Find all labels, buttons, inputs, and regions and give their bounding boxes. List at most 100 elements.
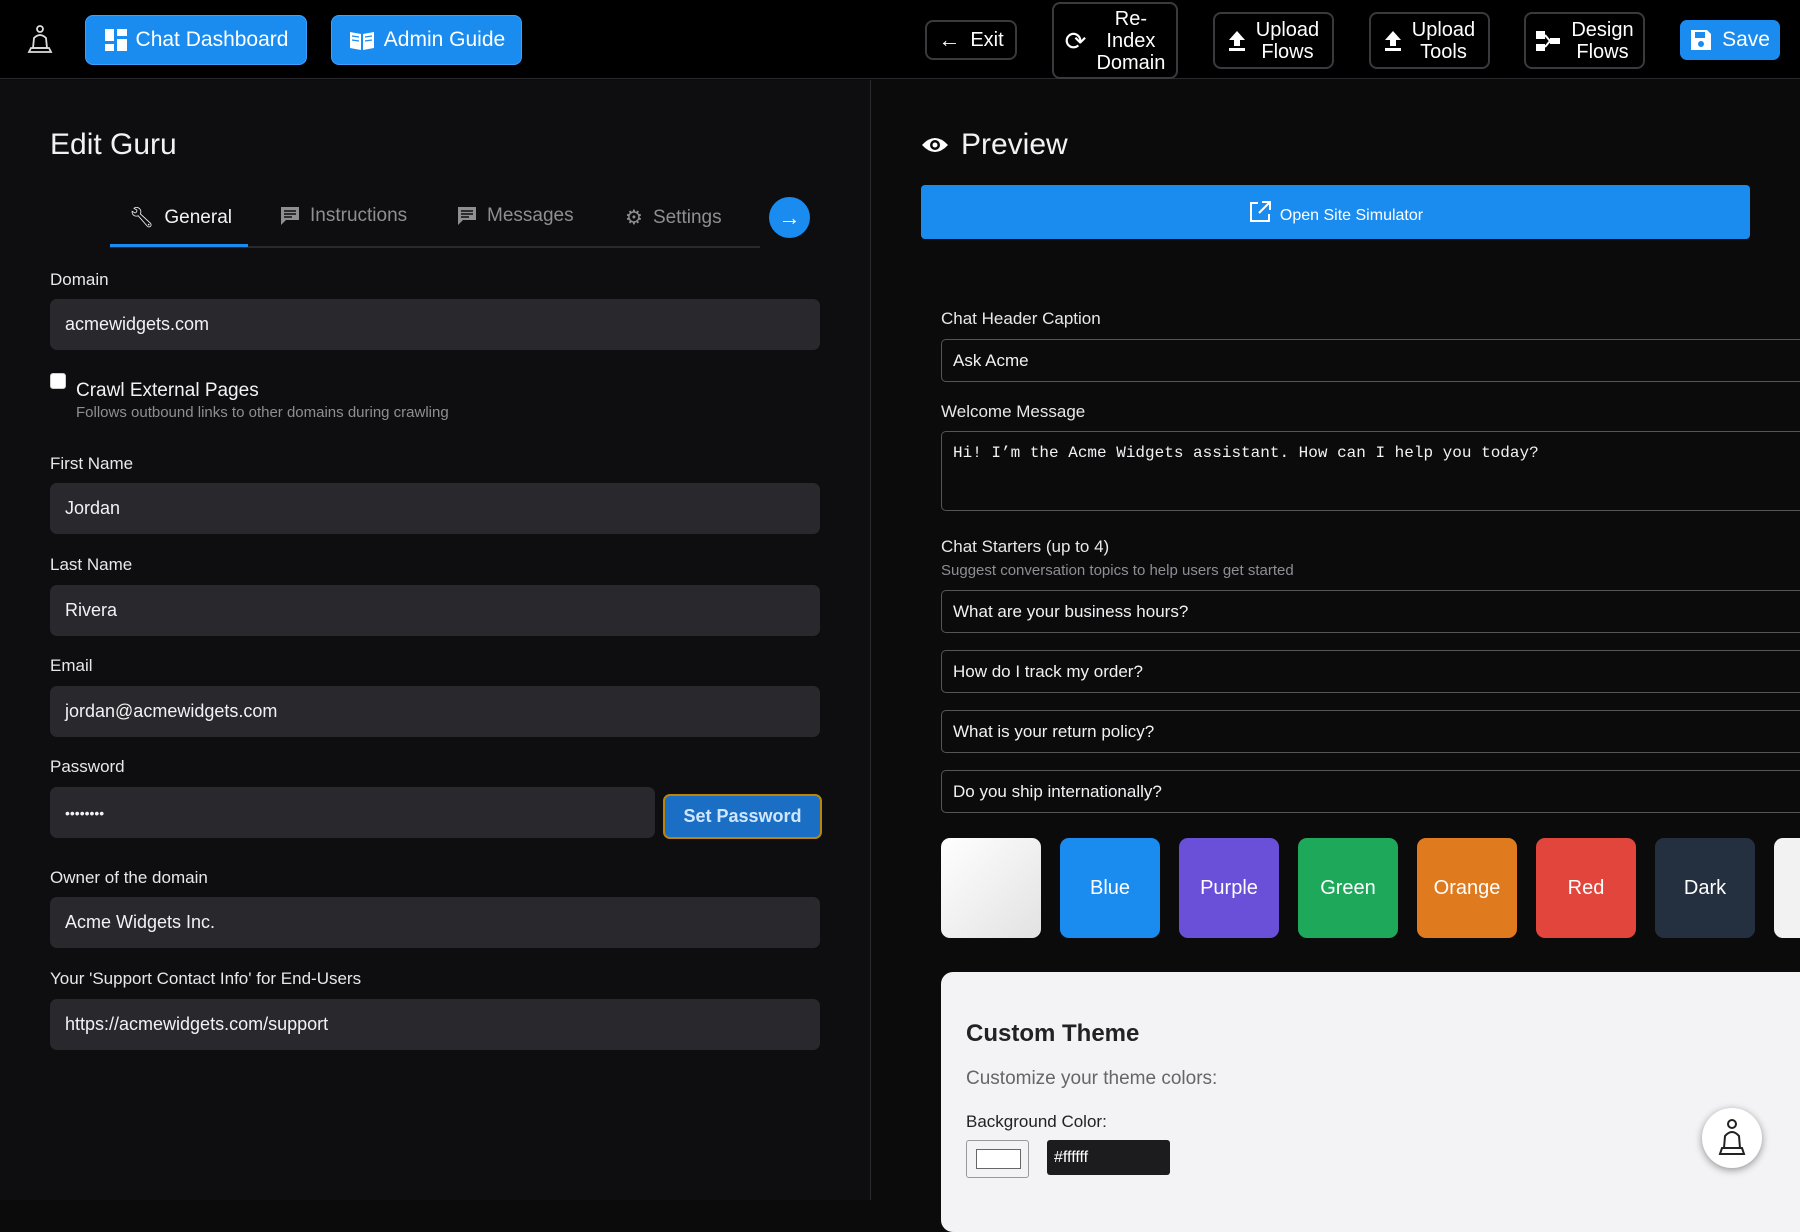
save-button[interactable]: Save (1680, 20, 1780, 60)
first-name-label: First Name (50, 454, 134, 473)
tab-settings-label: Settings (652, 206, 722, 228)
tab-messages[interactable]: Messages (457, 205, 574, 227)
arrow-right-icon: → (778, 204, 801, 230)
domain-input[interactable]: acmewidgets.com (50, 299, 820, 350)
theme-swatch-white[interactable] (941, 838, 1041, 938)
upload-flows-button[interactable]: Upload Flows (1213, 12, 1334, 69)
chat-starter-input[interactable]: How do I track my order? (941, 650, 1800, 693)
editor-tabs: 🔧︎ General Instructions Messages ⚙ Setti… (110, 195, 760, 248)
arrow-left-icon: ← (938, 27, 961, 52)
crawl-external-help: Follows outbound links to other domains … (76, 404, 449, 421)
reindex-domain-button[interactable]: ⟳ Re- Index Domain (1052, 2, 1178, 79)
upload-flows-label: Upload Flows (1256, 19, 1319, 63)
exit-label: Exit (970, 29, 1004, 51)
background-color-picker[interactable] (966, 1140, 1029, 1178)
color-preview-swatch (976, 1149, 1021, 1169)
upload-flows-line2: Flows (1261, 40, 1314, 63)
theme-swatch-purple[interactable]: Purple (1179, 838, 1279, 938)
design-flows-line1: Design (1571, 18, 1634, 41)
chat-starters-help: Suggest conversation topics to help user… (941, 562, 1294, 579)
chat-starter-input[interactable]: What is your return policy? (941, 710, 1800, 753)
admin-guide-button[interactable]: Admin Guide (331, 15, 522, 65)
design-flows-line2: Flows (1576, 40, 1629, 63)
theme-swatch-partial[interactable] (1774, 838, 1800, 938)
chat-dashboard-label: Chat Dashboard (135, 28, 289, 51)
email-label: Email (50, 656, 93, 675)
exit-button[interactable]: ← Exit (925, 20, 1017, 60)
guru-logo-icon[interactable] (26, 24, 54, 56)
reindex-line2: Index (1106, 29, 1156, 52)
flow-diagram-icon (1536, 30, 1561, 51)
top-toolbar: Chat Dashboard Admin Guide ← Exit ⟳ Re- … (0, 0, 1800, 79)
set-password-button[interactable]: Set Password (663, 794, 822, 839)
gear-icon: ⚙ (625, 207, 643, 229)
page-title: Edit Guru (50, 128, 177, 161)
dashboard-icon (104, 29, 127, 51)
reindex-label: Re- Index Domain (1096, 8, 1165, 74)
refresh-icon: ⟳ (1064, 25, 1087, 56)
upload-tools-label: Upload Tools (1412, 19, 1475, 63)
chat-dashboard-button[interactable]: Chat Dashboard (85, 15, 307, 65)
theme-swatch-dark[interactable]: Dark (1655, 838, 1755, 938)
book-icon (349, 32, 374, 50)
upload-icon (1228, 30, 1245, 51)
tab-instructions[interactable]: Instructions (280, 205, 407, 227)
upload-tools-line1: Upload (1411, 18, 1476, 41)
chat-header-caption-input[interactable]: Ask Acme (941, 339, 1800, 382)
chat-starters-label: Chat Starters (up to 4) (941, 537, 1110, 556)
reindex-line3: Domain (1096, 51, 1166, 74)
password-label: Password (50, 757, 125, 776)
email-input[interactable]: jordan@acmewidgets.com (50, 686, 820, 737)
crawl-external-label: Crawl External Pages (76, 380, 259, 401)
guru-logo-icon (1718, 1119, 1746, 1155)
design-flows-button[interactable]: Design Flows (1524, 12, 1645, 69)
tab-messages-label: Messages (487, 205, 574, 226)
domain-label: Domain (50, 270, 109, 289)
theme-swatch-red[interactable]: Red (1536, 838, 1636, 938)
upload-flows-line1: Upload (1255, 18, 1320, 41)
chat-header-caption-label: Chat Header Caption (941, 309, 1101, 328)
tab-instructions-label: Instructions (310, 205, 408, 226)
open-site-simulator-label: Open Site Simulator (1279, 207, 1424, 224)
custom-theme-title: Custom Theme (966, 1020, 1140, 1047)
tab-general-label: General (164, 206, 232, 228)
last-name-label: Last Name (50, 555, 133, 574)
owner-label: Owner of the domain (50, 868, 208, 887)
custom-theme-card (941, 972, 1800, 1232)
support-contact-label: Your 'Support Contact Info' for End-User… (50, 969, 362, 988)
chat-starter-input[interactable]: What are your business hours? (941, 590, 1800, 633)
chat-widget-launcher[interactable] (1702, 1108, 1762, 1168)
upload-icon (1384, 30, 1401, 51)
preview-title: Preview (921, 128, 1068, 162)
message-icon (458, 207, 476, 225)
theme-swatch-blue[interactable]: Blue (1060, 838, 1160, 938)
welcome-message-textarea[interactable]: Hi! I’m the Acme Widgets assistant. How … (941, 431, 1800, 511)
first-name-input[interactable]: Jordan (50, 483, 820, 534)
save-label: Save (1722, 28, 1770, 51)
background-color-hex-input[interactable]: #ffffff (1047, 1140, 1170, 1175)
message-icon (281, 207, 299, 225)
admin-guide-label: Admin Guide (383, 28, 506, 51)
external-link-icon (1249, 201, 1271, 222)
support-contact-input[interactable]: https://acmewidgets.com/support (50, 999, 820, 1050)
welcome-message-label: Welcome Message (941, 402, 1086, 421)
preview-title-label: Preview (961, 128, 1068, 161)
upload-tools-button[interactable]: Upload Tools (1369, 12, 1490, 69)
next-tab-button[interactable]: → (769, 197, 810, 238)
owner-input[interactable]: Acme Widgets Inc. (50, 897, 820, 948)
chat-starter-input[interactable]: Do you ship internationally? (941, 770, 1800, 813)
custom-theme-subtitle: Customize your theme colors: (966, 1068, 1218, 1089)
tab-settings[interactable]: ⚙ Settings (625, 205, 722, 230)
last-name-input[interactable]: Rivera (50, 585, 820, 636)
eye-icon (922, 138, 948, 152)
wrench-icon: 🔧︎ (129, 207, 155, 229)
password-input[interactable]: •••••••• (50, 787, 655, 838)
theme-swatch-orange[interactable]: Orange (1417, 838, 1517, 938)
tab-general[interactable]: 🔧︎ General (129, 205, 232, 230)
crawl-external-checkbox[interactable] (50, 373, 66, 389)
active-tab-indicator (110, 244, 248, 247)
upload-tools-line2: Tools (1420, 40, 1467, 63)
open-site-simulator-button[interactable]: Open Site Simulator (921, 185, 1750, 239)
theme-swatch-green[interactable]: Green (1298, 838, 1398, 938)
background-color-label: Background Color: (966, 1112, 1107, 1131)
